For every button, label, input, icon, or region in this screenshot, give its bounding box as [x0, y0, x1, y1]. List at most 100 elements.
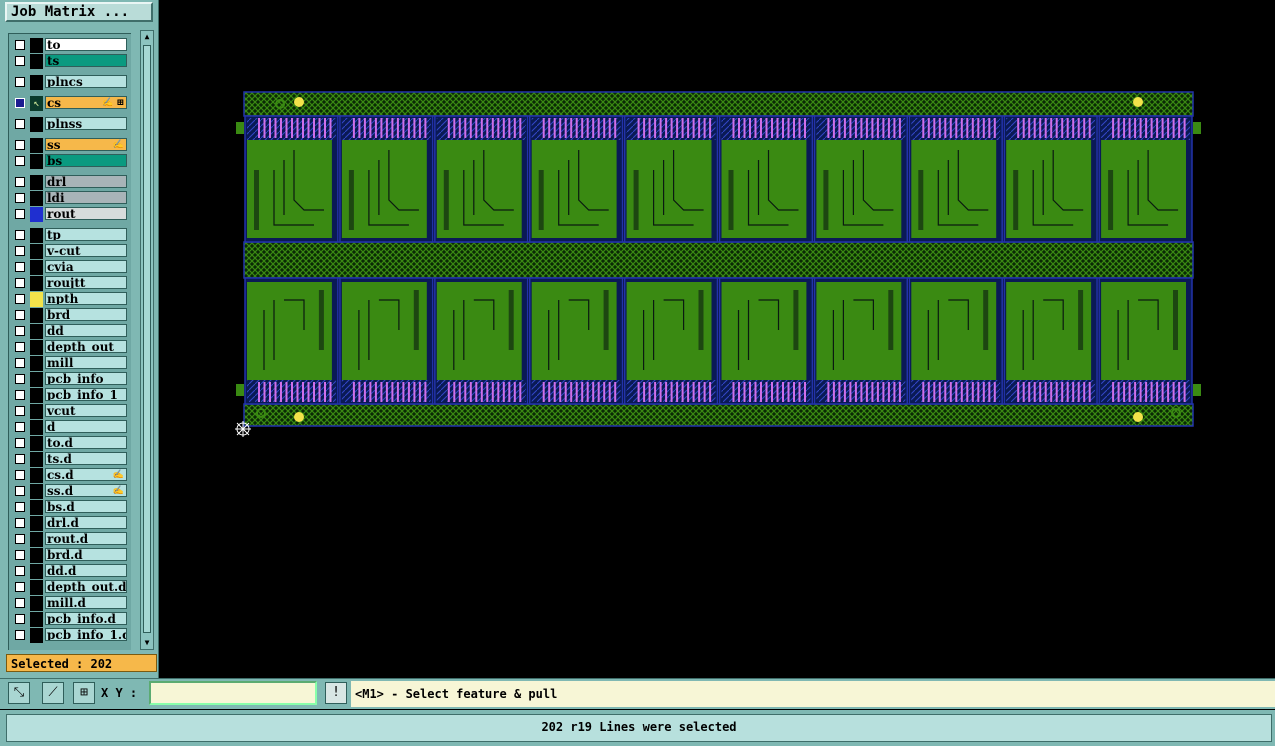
layer-checkbox[interactable] [15, 582, 25, 592]
layer-name[interactable]: cvia [45, 260, 127, 273]
layer-color-swatch[interactable] [30, 420, 43, 435]
layer-row-roujtt[interactable]: roujtt [9, 276, 131, 291]
layer-checkbox[interactable] [15, 246, 25, 256]
layer-row-cvia[interactable]: cvia [9, 260, 131, 275]
layer-color-swatch[interactable] [30, 436, 43, 451]
layer-row-pcb-info[interactable]: pcb_info [9, 372, 131, 387]
layer-color-swatch[interactable] [30, 260, 43, 275]
layer-checkbox[interactable] [15, 358, 25, 368]
layer-row-brd[interactable]: brd [9, 308, 131, 323]
layer-color-swatch[interactable] [30, 276, 43, 291]
layer-row-drl[interactable]: drl [9, 175, 131, 190]
layer-name[interactable]: pcb_info_1 [45, 388, 127, 401]
layer-color-swatch[interactable] [30, 500, 43, 515]
cursor-arrow-icon[interactable]: ↖ [30, 96, 43, 111]
layer-name[interactable]: ss.d ✍ [45, 484, 127, 497]
layer-row-npth[interactable]: npth [9, 292, 131, 307]
grid-icon[interactable]: ⊞ [73, 682, 95, 704]
layer-color-swatch[interactable] [30, 516, 43, 531]
layer-name[interactable]: bs [45, 154, 127, 167]
layer-color-swatch[interactable] [30, 75, 43, 90]
layer-checkbox[interactable] [15, 177, 25, 187]
layer-color-swatch[interactable] [30, 548, 43, 563]
scroll-down-icon[interactable]: ▼ [142, 638, 152, 648]
layer-name[interactable]: dd [45, 324, 127, 337]
layer-name[interactable]: mill.d [45, 596, 127, 609]
layer-checkbox[interactable] [15, 209, 25, 219]
layer-color-swatch[interactable] [30, 612, 43, 627]
layer-name[interactable]: vcut [45, 404, 127, 417]
layer-checkbox[interactable] [15, 454, 25, 464]
layer-color-swatch[interactable] [30, 154, 43, 169]
layer-checkbox[interactable] [15, 230, 25, 240]
layer-row-plnss[interactable]: plnss [9, 117, 131, 132]
layer-color-swatch[interactable] [30, 292, 43, 307]
layer-checkbox[interactable] [15, 77, 25, 87]
layer-row-vcut[interactable]: vcut [9, 404, 131, 419]
layer-color-swatch[interactable] [30, 308, 43, 323]
layer-checkbox[interactable] [15, 294, 25, 304]
layer-row-depth-out-d[interactable]: depth_out.d [9, 580, 131, 595]
layer-checkbox[interactable] [15, 550, 25, 560]
layer-color-swatch[interactable] [30, 388, 43, 403]
layer-name[interactable]: depth_out.d [45, 580, 127, 593]
layer-checkbox[interactable] [15, 40, 25, 50]
layer-row-v-cut[interactable]: v-cut [9, 244, 131, 259]
layer-row-ts-d[interactable]: ts.d [9, 452, 131, 467]
layer-checkbox[interactable] [15, 598, 25, 608]
layer-name[interactable]: rout.d [45, 532, 127, 545]
layer-row-dd-d[interactable]: dd.d [9, 564, 131, 579]
layer-color-swatch[interactable] [30, 138, 43, 153]
layer-checkbox[interactable] [15, 193, 25, 203]
layer-color-swatch[interactable] [30, 228, 43, 243]
layer-checkbox[interactable] [15, 630, 25, 640]
layer-row-mill[interactable]: mill [9, 356, 131, 371]
layer-name[interactable]: ts [45, 54, 127, 67]
layer-row-depth-out[interactable]: depth_out [9, 340, 131, 355]
layer-row-mill-d[interactable]: mill.d [9, 596, 131, 611]
layer-color-swatch[interactable] [30, 54, 43, 69]
layer-row-tp[interactable]: tp [9, 228, 131, 243]
layer-color-swatch[interactable] [30, 38, 43, 53]
layer-row-ss[interactable]: ss ✍ [9, 138, 131, 153]
layer-row-plncs[interactable]: plncs [9, 75, 131, 90]
layer-name[interactable]: pcb_info.d [45, 612, 127, 625]
layer-checkbox[interactable] [15, 438, 25, 448]
measure-icon[interactable]: ⟋ [42, 682, 64, 704]
layer-name[interactable]: cs.d ✍ [45, 468, 127, 481]
layer-color-swatch[interactable] [30, 356, 43, 371]
layer-checkbox[interactable] [15, 422, 25, 432]
layer-color-swatch[interactable] [30, 340, 43, 355]
layer-checkbox[interactable] [15, 614, 25, 624]
layer-color-swatch[interactable] [30, 484, 43, 499]
layer-name[interactable]: to.d [45, 436, 127, 449]
layer-name[interactable]: pcb_info_1.d [45, 628, 127, 641]
layer-row-to-d[interactable]: to.d [9, 436, 131, 451]
layer-name[interactable]: d [45, 420, 127, 433]
scroll-up-icon[interactable]: ▲ [142, 32, 152, 42]
layer-row-d[interactable]: d [9, 420, 131, 435]
job-matrix-button[interactable]: Job Matrix ... [5, 2, 153, 22]
layer-name[interactable]: drl [45, 175, 127, 188]
layer-color-swatch[interactable] [30, 244, 43, 259]
layer-checkbox[interactable] [15, 310, 25, 320]
layer-color-swatch[interactable] [30, 404, 43, 419]
layer-name[interactable]: brd [45, 308, 127, 321]
layer-name[interactable]: drl.d [45, 516, 127, 529]
layer-row-bs-d[interactable]: bs.d [9, 500, 131, 515]
layer-name[interactable]: plnss [45, 117, 127, 130]
layer-checkbox[interactable] [15, 278, 25, 288]
layer-checkbox[interactable] [15, 262, 25, 272]
layer-name[interactable]: brd.d [45, 548, 127, 561]
layer-row-dd[interactable]: dd [9, 324, 131, 339]
layer-row-pcb-info-1[interactable]: pcb_info_1 [9, 388, 131, 403]
layer-color-swatch[interactable] [30, 564, 43, 579]
layer-color-swatch[interactable] [30, 191, 43, 206]
layer-name[interactable]: cs ✍ ⊞ [45, 96, 127, 109]
layer-color-swatch[interactable] [30, 628, 43, 643]
layer-checkbox[interactable] [15, 470, 25, 480]
xy-input[interactable] [149, 681, 317, 705]
layer-color-swatch[interactable] [30, 175, 43, 190]
layer-name[interactable]: ss ✍ [45, 138, 127, 151]
layer-name[interactable]: v-cut [45, 244, 127, 257]
